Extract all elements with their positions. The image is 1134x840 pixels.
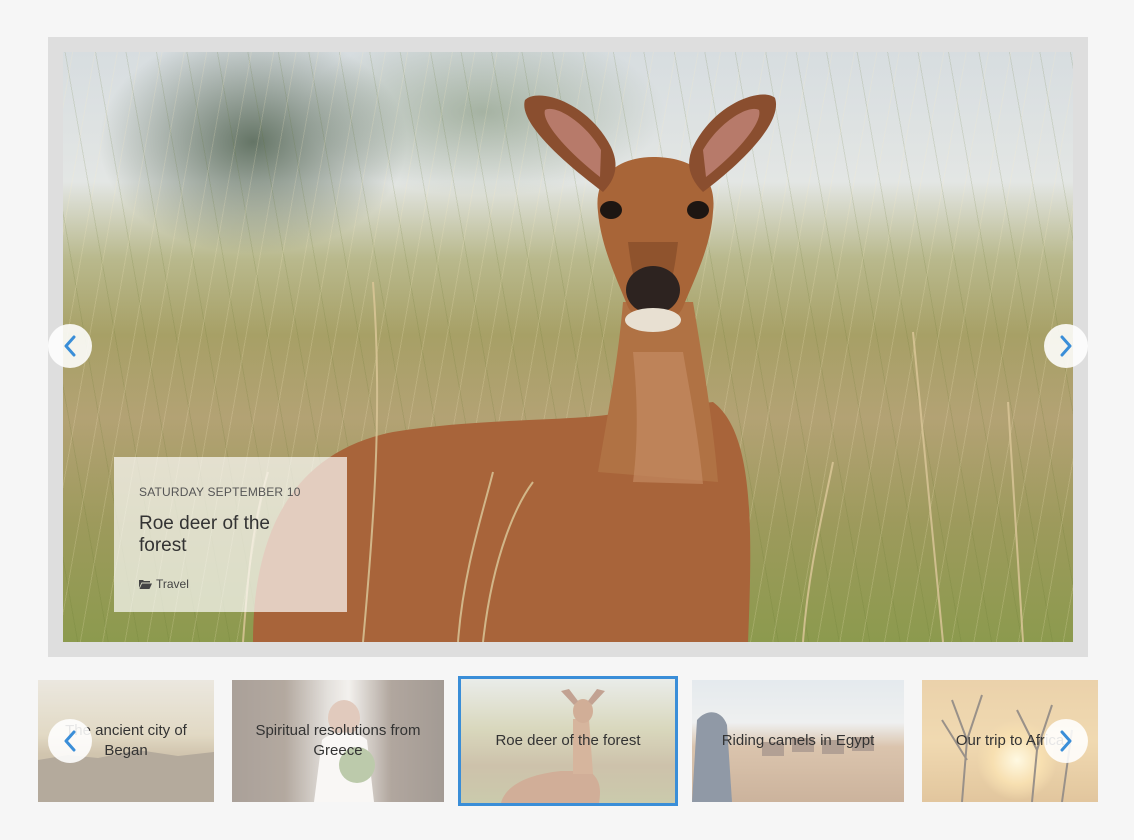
thumbnail-strip: The ancient city of Began Spiritual reso… <box>0 676 1134 806</box>
slide-image-roe-deer[interactable]: SATURDAY SEPTEMBER 10 Roe deer of the fo… <box>63 52 1073 642</box>
thumbs-prev-button[interactable] <box>48 719 92 763</box>
thumbnail-item[interactable]: Spiritual resolutions from Greece <box>232 680 444 802</box>
slide-title[interactable]: Roe deer of the forest <box>139 513 322 557</box>
slide-date: SATURDAY SEPTEMBER 10 <box>139 485 301 499</box>
main-prev-button[interactable] <box>48 324 92 368</box>
slide-caption: SATURDAY SEPTEMBER 10 Roe deer of the fo… <box>114 457 347 612</box>
chevron-right-icon <box>1060 335 1072 357</box>
slide-category-label: Travel <box>156 577 189 591</box>
thumbnail-item-active[interactable]: Roe deer of the forest <box>458 676 678 806</box>
chevron-left-icon <box>64 335 76 357</box>
slide-category[interactable]: Travel <box>139 577 322 591</box>
thumbnail-label: Spiritual resolutions from Greece <box>255 722 421 759</box>
thumbs-next-button[interactable] <box>1044 719 1088 763</box>
thumbnail-label: Roe deer of the forest <box>495 732 641 749</box>
main-slider: SATURDAY SEPTEMBER 10 Roe deer of the fo… <box>48 37 1088 657</box>
thumbnail-item[interactable]: Riding camels in Egypt <box>692 680 904 802</box>
chevron-right-icon <box>1060 730 1072 752</box>
folder-open-icon <box>139 580 152 589</box>
main-next-button[interactable] <box>1044 324 1088 368</box>
chevron-left-icon <box>64 730 76 752</box>
thumbnail-label: Riding camels in Egypt <box>721 732 875 749</box>
